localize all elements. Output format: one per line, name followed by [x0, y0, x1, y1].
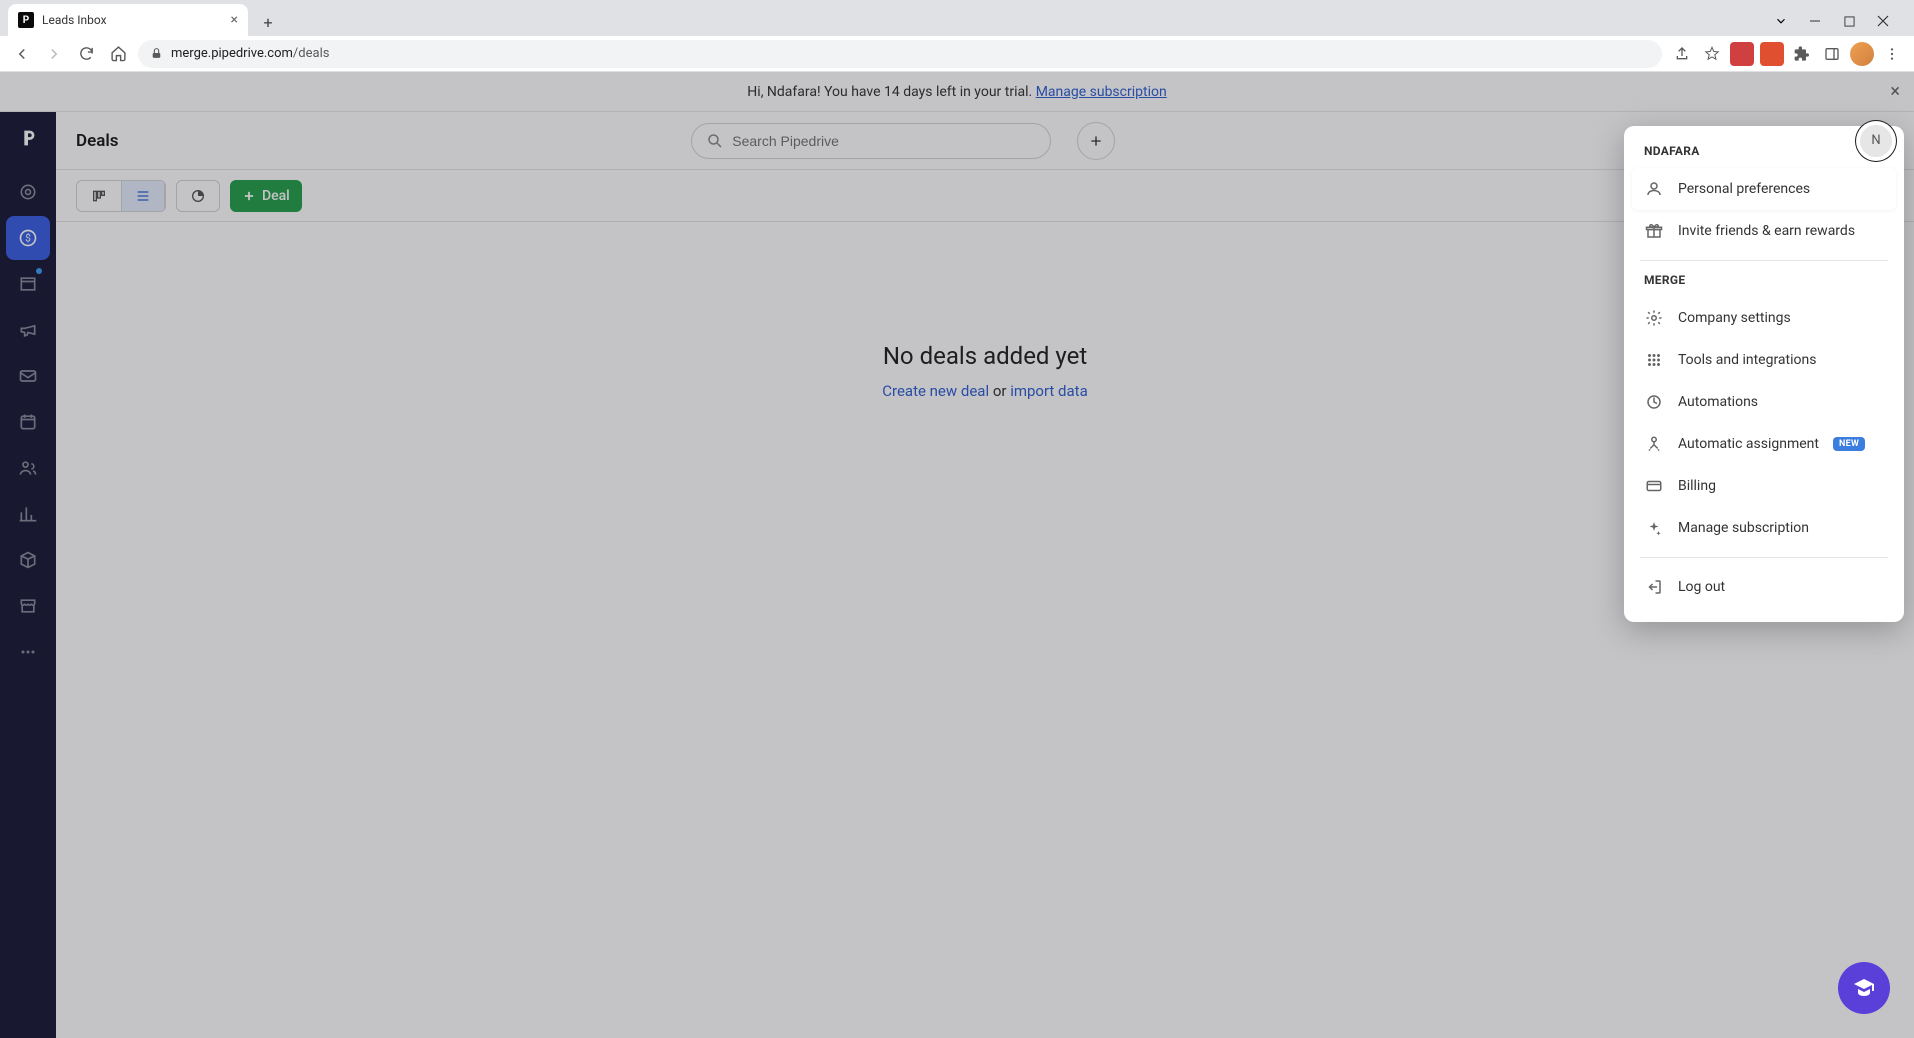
back-button[interactable] [10, 42, 34, 66]
sidebar-products[interactable] [6, 538, 50, 582]
sidebar-campaigns[interactable] [6, 308, 50, 352]
reload-button[interactable] [74, 42, 98, 66]
search-input[interactable] [732, 133, 1036, 149]
side-nav: $ [0, 112, 56, 1038]
sidebar-more[interactable] [6, 630, 50, 674]
menu-billing[interactable]: Billing [1624, 465, 1904, 507]
person-icon [1644, 179, 1664, 199]
sidebar-leads[interactable] [6, 170, 50, 214]
sidebar-deals[interactable]: $ [6, 216, 50, 260]
menu-item-label: Company settings [1678, 310, 1791, 326]
sidebar-mail[interactable] [6, 354, 50, 398]
maximize-button[interactable] [1834, 6, 1864, 36]
browser-tab[interactable]: P Leads Inbox × [8, 4, 248, 36]
menu-company-settings[interactable]: Company settings [1624, 297, 1904, 339]
pipeline-view-button[interactable] [77, 181, 121, 211]
menu-personal-preferences[interactable]: Personal preferences [1632, 168, 1896, 210]
kebab-menu-icon[interactable] [1880, 42, 1904, 66]
search-icon [706, 132, 724, 150]
menu-manage-subscription[interactable]: Manage subscription [1624, 507, 1904, 549]
list-view-button[interactable] [121, 181, 165, 211]
sidebar-activities[interactable] [6, 400, 50, 444]
extension-icon[interactable] [1760, 42, 1784, 66]
forecast-view-button[interactable] [176, 180, 220, 212]
deal-button-label: Deal [262, 188, 290, 204]
divider [1640, 557, 1888, 558]
manage-subscription-link[interactable]: Manage subscription [1036, 84, 1167, 100]
extensions-icon[interactable] [1790, 42, 1814, 66]
menu-logout[interactable]: Log out [1624, 566, 1904, 608]
new-tab-button[interactable]: + [254, 8, 282, 36]
gift-icon [1644, 221, 1664, 241]
menu-item-label: Invite friends & earn rewards [1678, 223, 1855, 239]
logout-icon [1644, 577, 1664, 597]
chevron-down-icon[interactable] [1766, 6, 1796, 36]
browser-tab-bar: P Leads Inbox × + [0, 0, 1914, 36]
top-bar: Deals N NDAFARA [56, 112, 1914, 170]
extension-icon[interactable] [1730, 42, 1754, 66]
bookmark-icon[interactable] [1700, 42, 1724, 66]
menu-invite-friends[interactable]: Invite friends & earn rewards [1624, 210, 1904, 252]
sidebar-insights[interactable] [6, 492, 50, 536]
help-fab[interactable] [1838, 962, 1890, 1014]
sidebar-contacts[interactable] [6, 446, 50, 490]
grid-icon [1644, 350, 1664, 370]
assignment-icon [1644, 434, 1664, 454]
divider [1640, 260, 1888, 261]
home-button[interactable] [106, 42, 130, 66]
browser-nav-bar: merge.pipedrive.com/deals [0, 36, 1914, 72]
menu-item-label: Automatic assignment [1678, 436, 1819, 452]
trial-banner: Hi, Ndafara! You have 14 days left in yo… [0, 72, 1914, 112]
automation-icon [1644, 392, 1664, 412]
lock-icon [150, 47, 163, 60]
pipedrive-logo[interactable] [8, 118, 48, 158]
user-avatar[interactable]: N [1858, 123, 1894, 159]
menu-item-label: Tools and integrations [1678, 352, 1816, 368]
menu-item-label: Manage subscription [1678, 520, 1809, 536]
empty-state-subtitle: Create new deal or import data [882, 382, 1088, 400]
tab-title: Leads Inbox [42, 13, 223, 27]
forward-button[interactable] [42, 42, 66, 66]
view-toggle [76, 180, 166, 212]
sidebar-projects[interactable] [6, 262, 50, 306]
svg-text:$: $ [25, 231, 31, 244]
menu-item-label: Automations [1678, 394, 1758, 410]
tab-favicon: P [18, 12, 34, 28]
card-icon [1644, 476, 1664, 496]
menu-automations[interactable]: Automations [1624, 381, 1904, 423]
gear-icon [1644, 308, 1664, 328]
url-text: merge.pipedrive.com/deals [171, 46, 329, 61]
menu-item-label: Personal preferences [1678, 181, 1810, 197]
url-bar[interactable]: merge.pipedrive.com/deals [138, 40, 1662, 68]
empty-state-title: No deals added yet [883, 342, 1087, 370]
search-box[interactable] [691, 123, 1051, 159]
side-panel-icon[interactable] [1820, 42, 1844, 66]
close-icon[interactable]: × [231, 12, 238, 28]
close-icon[interactable]: × [1890, 81, 1900, 102]
menu-section-header: MERGE [1624, 269, 1904, 297]
sparkle-icon [1644, 518, 1664, 538]
quick-add-button[interactable] [1077, 122, 1115, 160]
user-menu: NDAFARA Personal preferences Invite frie… [1624, 126, 1904, 622]
new-badge: NEW [1833, 437, 1865, 451]
menu-item-label: Log out [1678, 579, 1725, 595]
menu-automatic-assignment[interactable]: Automatic assignment NEW [1624, 423, 1904, 465]
browser-profile-avatar[interactable] [1850, 42, 1874, 66]
add-deal-button[interactable]: Deal [230, 180, 302, 212]
create-new-deal-link[interactable]: Create new deal [882, 382, 989, 400]
share-icon[interactable] [1670, 42, 1694, 66]
page-title: Deals [76, 131, 119, 151]
minimize-button[interactable] [1800, 6, 1830, 36]
menu-item-label: Billing [1678, 478, 1716, 494]
plus-icon [242, 189, 256, 203]
import-data-link[interactable]: import data [1010, 382, 1088, 400]
sidebar-marketplace[interactable] [6, 584, 50, 628]
menu-tools-integrations[interactable]: Tools and integrations [1624, 339, 1904, 381]
close-window-button[interactable] [1868, 6, 1898, 36]
banner-text: Hi, Ndafara! You have 14 days left in yo… [747, 84, 1032, 100]
